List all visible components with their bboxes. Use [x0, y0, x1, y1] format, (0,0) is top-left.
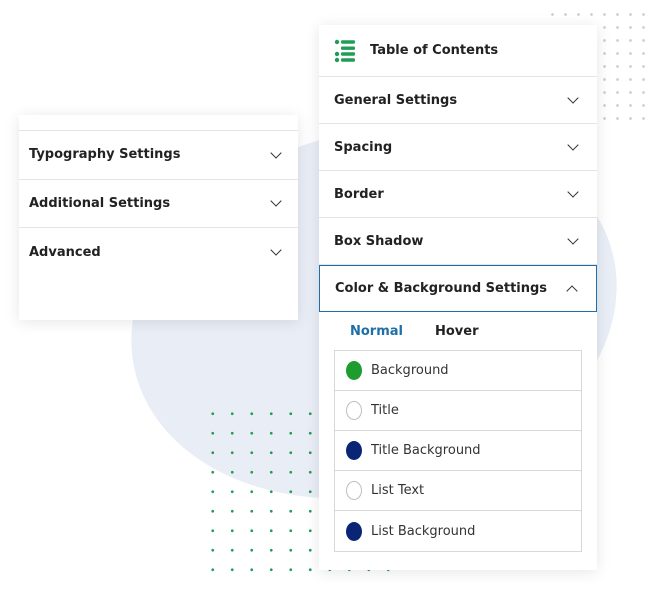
list-icon — [334, 39, 355, 62]
color-swatch[interactable] — [346, 361, 362, 380]
chevron-down-icon — [270, 147, 282, 159]
color-row-list-text[interactable]: List Text — [335, 471, 581, 511]
color-swatch[interactable] — [346, 441, 362, 460]
color-row-title-background[interactable]: Title Background — [335, 431, 581, 471]
color-label: List Background — [371, 523, 476, 539]
color-row-background[interactable]: Background — [335, 351, 581, 391]
accordion-advanced[interactable]: Advanced — [19, 228, 298, 277]
accordion-label: General Settings — [334, 92, 458, 108]
accordion-additional-settings[interactable]: Additional Settings — [19, 180, 298, 228]
accordion-label: Typography Settings — [29, 147, 181, 163]
left-settings-panel: Typography Settings Additional Settings … — [19, 115, 298, 320]
accordion-label: Additional Settings — [29, 195, 171, 211]
accordion-color-background-settings[interactable]: Color & Background Settings — [319, 265, 597, 312]
color-swatch[interactable] — [346, 521, 362, 541]
color-settings-list: Background Title Title Background List T… — [334, 350, 582, 552]
color-label: Title Background — [371, 443, 481, 458]
panel-top-edge — [19, 115, 298, 131]
state-tabs: Normal Hover — [319, 312, 597, 350]
accordion-label: Color & Background Settings — [335, 281, 548, 296]
color-swatch[interactable] — [346, 401, 362, 420]
accordion-label: Advanced — [29, 244, 101, 260]
color-label: List Text — [371, 483, 425, 498]
accordion-spacing[interactable]: Spacing — [319, 124, 597, 171]
accordion-box-shadow[interactable]: Box Shadow — [319, 218, 597, 265]
table-of-contents-panel: Table of Contents General Settings Spaci… — [319, 25, 597, 570]
chevron-down-icon — [270, 195, 282, 207]
color-label: Title — [371, 403, 399, 418]
accordion-label: Spacing — [334, 139, 393, 155]
accordion-border[interactable]: Border — [319, 171, 597, 218]
chevron-down-icon — [567, 92, 579, 104]
panel-header: Table of Contents — [319, 25, 597, 77]
accordion-label: Border — [334, 186, 384, 202]
accordion-label: Box Shadow — [334, 233, 424, 249]
accordion-typography-settings[interactable]: Typography Settings — [19, 131, 298, 180]
tab-hover[interactable]: Hover — [435, 324, 479, 350]
color-swatch[interactable] — [346, 481, 362, 500]
panel-title: Table of Contents — [370, 43, 499, 58]
chevron-down-icon — [567, 186, 579, 198]
chevron-up-icon — [566, 284, 578, 297]
chevron-down-icon — [567, 233, 579, 245]
color-label: Background — [371, 363, 449, 378]
tab-normal[interactable]: Normal — [350, 324, 403, 350]
chevron-down-icon — [567, 139, 579, 151]
color-row-list-background[interactable]: List Background — [335, 511, 581, 551]
accordion-general-settings[interactable]: General Settings — [319, 77, 597, 124]
chevron-down-icon — [270, 244, 282, 256]
color-row-title[interactable]: Title — [335, 391, 581, 431]
